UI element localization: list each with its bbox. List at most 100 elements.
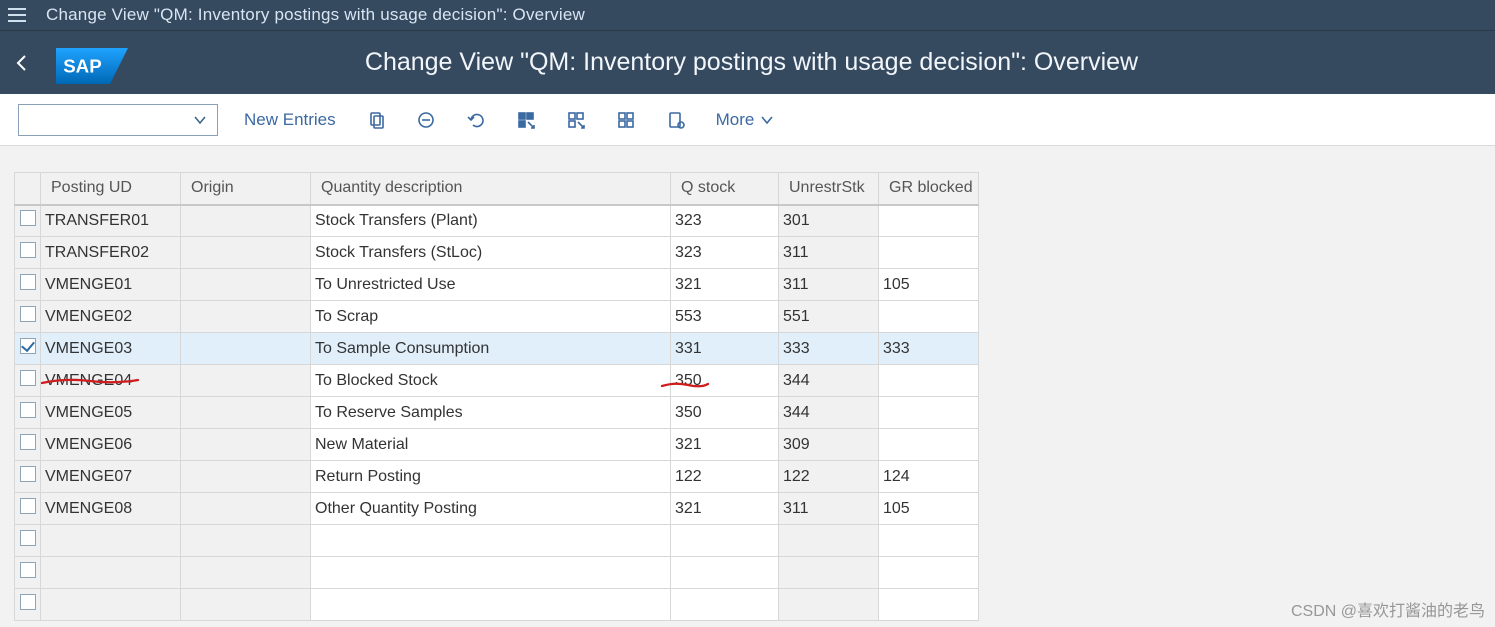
cell-unrestr[interactable]: 344 xyxy=(779,397,879,429)
cell-blank[interactable] xyxy=(671,589,779,621)
cell-blank[interactable] xyxy=(879,557,979,589)
cell-q-stock[interactable]: 323 xyxy=(671,205,779,237)
row-select-cell[interactable] xyxy=(15,237,41,269)
cell-gr-blocked[interactable] xyxy=(879,429,979,461)
cell-blank[interactable] xyxy=(671,525,779,557)
cell-q-stock[interactable]: 321 xyxy=(671,429,779,461)
cell-q-stock[interactable]: 553 xyxy=(671,301,779,333)
row-select-cell[interactable] xyxy=(15,429,41,461)
row-select-cell[interactable] xyxy=(15,461,41,493)
cell-qty-desc[interactable]: New Material xyxy=(311,429,671,461)
row-select-cell[interactable] xyxy=(15,557,41,589)
delete-icon[interactable] xyxy=(412,106,440,134)
cell-q-stock[interactable]: 350 xyxy=(671,397,779,429)
row-checkbox[interactable] xyxy=(20,242,36,258)
cell-blank[interactable] xyxy=(41,557,181,589)
cell-origin[interactable] xyxy=(181,237,311,269)
cell-posting-ud[interactable]: VMENGE03 xyxy=(41,333,181,365)
cell-blank[interactable] xyxy=(181,557,311,589)
cell-unrestr[interactable]: 311 xyxy=(779,269,879,301)
row-select-cell[interactable] xyxy=(15,397,41,429)
row-checkbox[interactable] xyxy=(20,530,36,546)
row-select-cell[interactable] xyxy=(15,301,41,333)
config-icon[interactable] xyxy=(662,106,690,134)
table-row[interactable]: VMENGE02To Scrap553551 xyxy=(15,301,979,333)
cell-origin[interactable] xyxy=(181,397,311,429)
row-checkbox[interactable] xyxy=(20,594,36,610)
cell-blank[interactable] xyxy=(41,589,181,621)
row-select-cell[interactable] xyxy=(15,493,41,525)
cell-gr-blocked[interactable] xyxy=(879,301,979,333)
cell-posting-ud[interactable]: VMENGE01 xyxy=(41,269,181,301)
row-checkbox[interactable] xyxy=(20,562,36,578)
cell-posting-ud[interactable]: VMENGE06 xyxy=(41,429,181,461)
cell-unrestr[interactable]: 311 xyxy=(779,493,879,525)
cell-blank[interactable] xyxy=(181,589,311,621)
cell-blank[interactable] xyxy=(181,525,311,557)
table-row-blank[interactable] xyxy=(15,589,979,621)
row-checkbox[interactable] xyxy=(20,210,36,226)
cell-blank[interactable] xyxy=(879,525,979,557)
row-checkbox[interactable] xyxy=(20,338,36,354)
cell-gr-blocked[interactable] xyxy=(879,237,979,269)
cell-blank[interactable] xyxy=(879,589,979,621)
cell-unrestr[interactable]: 333 xyxy=(779,333,879,365)
cell-blank[interactable] xyxy=(311,557,671,589)
row-checkbox[interactable] xyxy=(20,434,36,450)
cell-origin[interactable] xyxy=(181,493,311,525)
cell-posting-ud[interactable]: TRANSFER01 xyxy=(41,205,181,237)
row-checkbox[interactable] xyxy=(20,498,36,514)
cell-blank[interactable] xyxy=(41,525,181,557)
cell-blank[interactable] xyxy=(779,589,879,621)
cell-unrestr[interactable]: 122 xyxy=(779,461,879,493)
cell-qty-desc[interactable]: To Reserve Samples xyxy=(311,397,671,429)
menu-icon[interactable] xyxy=(8,5,28,25)
select-block-icon[interactable] xyxy=(562,106,590,134)
cell-blank[interactable] xyxy=(311,525,671,557)
row-select-cell[interactable] xyxy=(15,589,41,621)
cell-qty-desc[interactable]: To Sample Consumption xyxy=(311,333,671,365)
row-select-cell[interactable] xyxy=(15,333,41,365)
cell-posting-ud[interactable]: VMENGE04 xyxy=(41,365,181,397)
cell-unrestr[interactable]: 344 xyxy=(779,365,879,397)
cell-origin[interactable] xyxy=(181,365,311,397)
table-row[interactable]: TRANSFER02Stock Transfers (StLoc)323311 xyxy=(15,237,979,269)
cell-unrestr[interactable]: 551 xyxy=(779,301,879,333)
cell-qty-desc[interactable]: Stock Transfers (StLoc) xyxy=(311,237,671,269)
more-button[interactable]: More xyxy=(714,104,777,136)
cell-posting-ud[interactable]: VMENGE08 xyxy=(41,493,181,525)
table-row[interactable]: VMENGE05 To Reserve Samples350344 xyxy=(15,397,979,429)
col-header-q-stock[interactable]: Q stock xyxy=(671,173,779,205)
cell-qty-desc[interactable]: Stock Transfers (Plant) xyxy=(311,205,671,237)
table-row[interactable]: VMENGE08Other Quantity Posting321311105 xyxy=(15,493,979,525)
cell-q-stock[interactable]: 350 xyxy=(671,365,779,397)
display-variant-select[interactable] xyxy=(18,104,218,136)
cell-qty-desc[interactable]: To Blocked Stock xyxy=(311,365,671,397)
cell-posting-ud[interactable]: VMENGE02 xyxy=(41,301,181,333)
row-select-cell[interactable] xyxy=(15,205,41,237)
table-row[interactable]: VMENGE07Return Posting122122124 xyxy=(15,461,979,493)
back-button[interactable] xyxy=(0,31,44,95)
cell-unrestr[interactable]: 311 xyxy=(779,237,879,269)
cell-unrestr[interactable]: 301 xyxy=(779,205,879,237)
col-header-qty-desc[interactable]: Quantity description xyxy=(311,173,671,205)
cell-origin[interactable] xyxy=(181,333,311,365)
cell-blank[interactable] xyxy=(779,525,879,557)
col-header-gr-blocked[interactable]: GR blocked xyxy=(879,173,979,205)
table-row-blank[interactable] xyxy=(15,557,979,589)
copy-icon[interactable] xyxy=(362,106,390,134)
select-all-icon[interactable] xyxy=(512,106,540,134)
cell-unrestr[interactable]: 309 xyxy=(779,429,879,461)
cell-qty-desc[interactable]: Other Quantity Posting xyxy=(311,493,671,525)
undo-icon[interactable] xyxy=(462,106,490,134)
table-row-blank[interactable] xyxy=(15,525,979,557)
inventory-postings-table[interactable]: Posting UD Origin Quantity description Q… xyxy=(14,172,979,621)
table-row[interactable]: VMENGE01To Unrestricted Use321311105 xyxy=(15,269,979,301)
cell-posting-ud[interactable]: VMENGE05 xyxy=(41,397,181,429)
table-row[interactable]: VMENGE03To Sample Consumption331333333 xyxy=(15,333,979,365)
cell-origin[interactable] xyxy=(181,205,311,237)
new-entries-button[interactable]: New Entries xyxy=(242,104,338,136)
cell-blank[interactable] xyxy=(311,589,671,621)
cell-gr-blocked[interactable]: 105 xyxy=(879,269,979,301)
cell-gr-blocked[interactable] xyxy=(879,205,979,237)
